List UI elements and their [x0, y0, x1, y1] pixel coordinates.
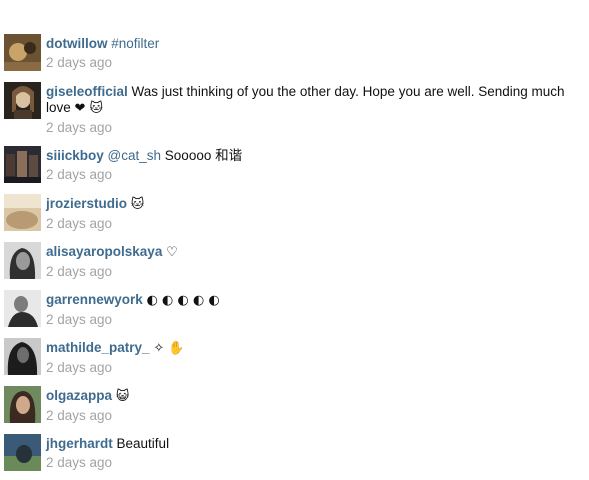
avatar[interactable]: [4, 82, 41, 119]
comment-item: olgazappa 😺 2 days ago: [0, 384, 589, 432]
avatar-image: [4, 242, 41, 279]
comment-text: alisayaropolskaya ♡: [46, 244, 581, 261]
hashtag-link[interactable]: #nofilter: [111, 36, 159, 51]
timestamp: 2 days ago: [46, 360, 113, 375]
avatar[interactable]: [4, 290, 41, 327]
comment-text: mathilde_patry_ ✧ ✋: [46, 340, 581, 357]
avatar-image: [4, 194, 41, 231]
comment-content: olgazappa 😺 2 days ago: [46, 388, 581, 424]
avatar[interactable]: [4, 194, 41, 231]
avatar[interactable]: [4, 146, 41, 183]
comment-content: siiickboy @cat_sh Sooooo 和谐 2 days ago: [46, 148, 581, 183]
avatar-image: [4, 386, 41, 423]
comment-content: jhgerhardt Beautiful 2 days ago: [46, 436, 581, 471]
emoji-heart-cat-icon: ❤ 🐱: [74, 101, 104, 116]
timestamp: 2 days ago: [46, 216, 113, 231]
comment-text: jhgerhardt Beautiful: [46, 436, 581, 452]
avatar-image: [4, 434, 41, 471]
username-link[interactable]: dotwillow: [46, 36, 108, 51]
cat-face-emoji-icon: 😺: [115, 389, 130, 404]
comment-content: mathilde_patry_ ✧ ✋ 2 days ago: [46, 340, 581, 376]
comment-list: dotwillow #nofilter 2 days ago giseleoff…: [0, 32, 589, 480]
comment-content: jrozierstudio 🐱 2 days ago: [46, 196, 581, 232]
avatar-image: [4, 82, 41, 119]
sparkle-hand-emoji-icon: ✧ ✋: [153, 341, 185, 356]
timestamp: 2 days ago: [46, 455, 113, 470]
comment-item: alisayaropolskaya ♡ 2 days ago: [0, 240, 589, 288]
comment-text: dotwillow #nofilter: [46, 36, 581, 52]
username-link[interactable]: olgazappa: [46, 388, 112, 403]
comment-text: jrozierstudio 🐱: [46, 196, 581, 213]
comment-text: giseleofficial Was just thinking of you …: [46, 84, 581, 117]
avatar-image: [4, 34, 41, 71]
comment-item: dotwillow #nofilter 2 days ago: [0, 32, 589, 80]
comment-item: garrennewyork ◐ ◐ ◐ ◐ ◐ 2 days ago: [0, 288, 589, 336]
avatar[interactable]: [4, 34, 41, 71]
comment-content: alisayaropolskaya ♡ 2 days ago: [46, 244, 581, 280]
username-link[interactable]: mathilde_patry_: [46, 340, 150, 355]
avatar[interactable]: [4, 242, 41, 279]
cat-emoji-icon: 🐱: [130, 197, 145, 212]
comment-item: mathilde_patry_ ✧ ✋ 2 days ago: [0, 336, 589, 384]
comment-text: garrennewyork ◐ ◐ ◐ ◐ ◐: [46, 292, 581, 309]
comment-item: siiickboy @cat_sh Sooooo 和谐 2 days ago: [0, 144, 589, 192]
heart-emoji-icon: ♡: [166, 245, 178, 260]
comment-content: garrennewyork ◐ ◐ ◐ ◐ ◐ 2 days ago: [46, 292, 581, 328]
username-link[interactable]: jrozierstudio: [46, 196, 127, 211]
username-link[interactable]: jhgerhardt: [46, 436, 113, 451]
mention-link[interactable]: @cat_sh: [108, 148, 161, 163]
avatar[interactable]: [4, 386, 41, 423]
username-link[interactable]: siiickboy: [46, 148, 104, 163]
avatar[interactable]: [4, 338, 41, 375]
comment-item: jhgerhardt Beautiful 2 days ago: [0, 432, 589, 480]
timestamp: 2 days ago: [46, 55, 113, 70]
timestamp: 2 days ago: [46, 408, 113, 423]
username-link[interactable]: giseleofficial: [46, 84, 128, 99]
avatar[interactable]: [4, 434, 41, 471]
timestamp: 2 days ago: [46, 312, 113, 327]
timestamp: 2 days ago: [46, 167, 113, 182]
comment-body: Beautiful: [116, 436, 170, 451]
moon-emoji-icon: ◐ ◐ ◐ ◐ ◐: [146, 293, 220, 308]
avatar-image: [4, 290, 41, 327]
username-link[interactable]: garrennewyork: [46, 292, 143, 307]
timestamp: 2 days ago: [46, 120, 113, 135]
comment-body: Sooooo 和谐: [164, 148, 243, 163]
comment-content: giseleofficial Was just thinking of you …: [46, 84, 581, 136]
comment-text: siiickboy @cat_sh Sooooo 和谐: [46, 148, 581, 164]
avatar-image: [4, 338, 41, 375]
avatar-image: [4, 146, 41, 183]
comment-text: olgazappa 😺: [46, 388, 581, 405]
comment-content: dotwillow #nofilter 2 days ago: [46, 36, 581, 71]
comment-item: jrozierstudio 🐱 2 days ago: [0, 192, 589, 240]
username-link[interactable]: alisayaropolskaya: [46, 244, 162, 259]
comment-item: giseleofficial Was just thinking of you …: [0, 80, 589, 144]
timestamp: 2 days ago: [46, 264, 113, 279]
